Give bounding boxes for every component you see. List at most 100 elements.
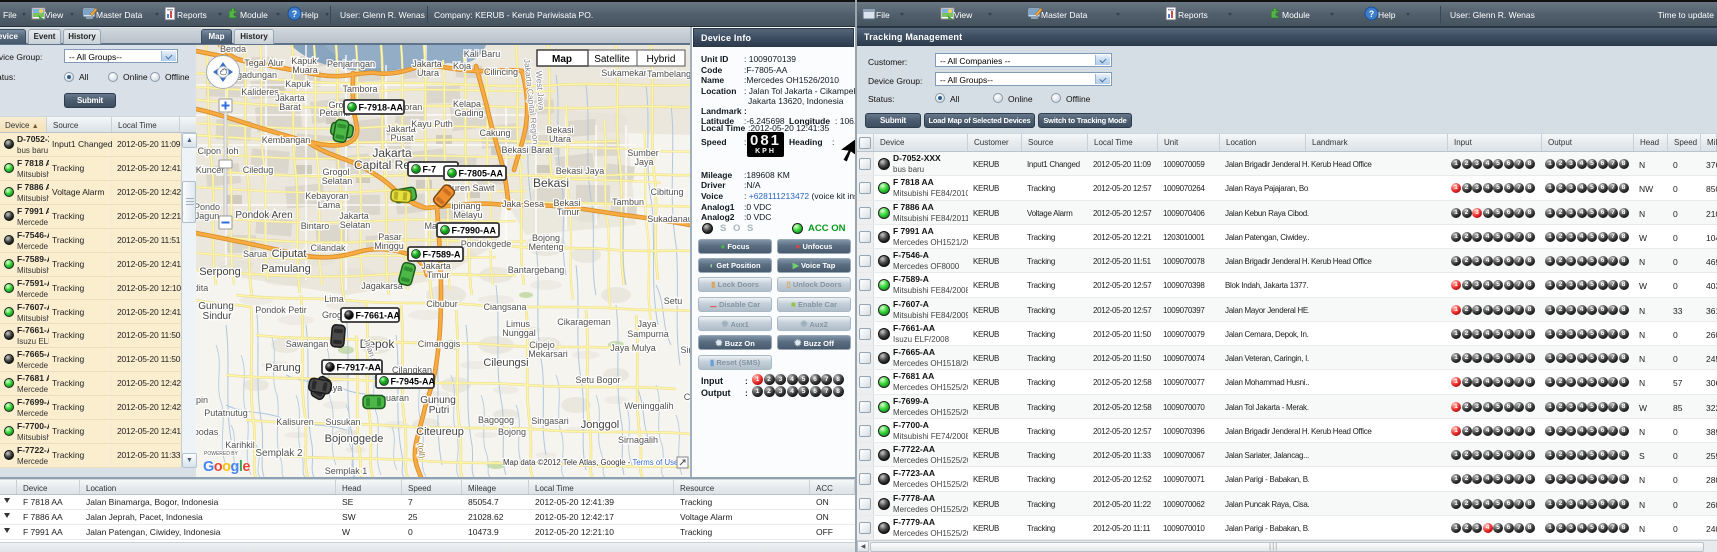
svg-text:Jaya Mulya: Jaya Mulya [610,343,656,353]
svg-text:Putatnutug: Putatnutug [204,408,248,418]
svg-text:Setu: Setu [664,296,683,306]
svg-text:Pondokgede: Pondokgede [461,239,512,249]
svg-text:Jaya: Jaya [634,157,653,167]
svg-text:?: ? [1369,9,1375,19]
svg-text:Weninggalih: Weninggalih [624,401,673,411]
svg-text:Serpong: Serpong [199,266,241,278]
svg-text:F-7945-AA: F-7945-AA [391,377,436,387]
svg-text:Minggu: Minggu [374,241,404,251]
svg-text:Utara: Utara [549,134,571,144]
svg-text:Sir: Sir [681,345,691,355]
svg-text:Menteng: Menteng [528,242,563,252]
svg-text:Bojonggede: Bojonggede [325,433,384,445]
svg-text:Cilincing: Cilincing [484,67,518,77]
svg-text:dita: dita [196,283,208,293]
svg-text:F-7661-AA: F-7661-AA [356,311,401,321]
svg-text:Muara: Muara [292,65,318,75]
svg-text:?: ? [292,9,298,19]
svg-text:Pondok Petir: Pondok Petir [255,305,307,315]
svg-text:Benda: Benda [220,45,246,54]
svg-text:F-7: F-7 [423,165,437,175]
svg-text:Jaka Sesa: Jaka Sesa [502,199,544,209]
svg-text:Bintaro: Bintaro [301,221,330,231]
svg-text:Cikarageman: Cikarageman [557,317,611,327]
svg-text:Kalideres: Kalideres [241,87,279,97]
svg-text:Selatan: Selatan [340,220,371,230]
svg-text:Barat: Barat [279,102,301,112]
svg-text:Bojong: Bojong [498,427,526,437]
svg-text:Tegal Alur: Tegal Alur [244,58,284,68]
svg-text:Ciputat: Ciputat [272,248,307,260]
svg-text:Citeureup: Citeureup [416,426,464,438]
svg-text:Koja: Koja [453,61,471,71]
svg-text:Ciledug: Ciledug [243,165,274,175]
svg-text:Sindur: Sindur [203,311,233,322]
svg-text:Sirnagalih: Sirnagalih [618,435,658,445]
svg-text:Timur: Timur [427,270,450,280]
svg-text:F-7918-AA: F-7918-AA [359,103,404,113]
svg-text:Pusat: Pusat [390,133,414,143]
svg-text:Cibubur: Cibubur [426,299,458,309]
svg-text:Hybrid: Hybrid [647,54,676,65]
svg-text:Utara: Utara [417,68,439,78]
svg-text:Lima: Lima [324,294,344,304]
svg-text:Tambun: Tambun [612,197,644,207]
svg-text:Cakung: Cakung [479,128,510,138]
svg-text:Jagakarsa: Jagakarsa [361,281,403,291]
svg-text:Jonggol: Jonggol [581,419,620,431]
svg-text:Sarua: Sarua [243,249,267,259]
svg-text:Bekasi Barat: Bekasi Barat [501,145,553,155]
svg-text:Sukadanau: Sukadanau [647,214,690,224]
svg-text:Penjaringan: Penjaringan [327,59,375,69]
svg-text:Kembangan: Kembangan [262,135,311,145]
svg-text:F-7589-A: F-7589-A [423,250,462,260]
svg-text:gadungan: gadungan [237,70,277,80]
svg-text:Singasari: Singasari [531,416,569,426]
svg-text:Cipon doh: Cipon doh [197,146,238,156]
svg-text:Selatan: Selatan [322,176,353,186]
svg-text:Bantargebang: Bantargebang [508,265,565,275]
svg-text:Tambora: Tambora [342,84,377,94]
svg-text:Grog: Grog [322,310,342,320]
svg-text:Map: Map [552,54,572,65]
svg-text:Karihkil: Karihkil [225,440,255,450]
svg-text:Putri: Putri [429,405,450,416]
svg-text:Bekasi: Bekasi [533,176,569,190]
svg-text:Lama: Lama [318,200,341,210]
svg-text:Melayu: Melayu [453,210,482,220]
svg-text:Kapuk: Kapuk [285,79,311,89]
svg-text:Capital Re: Capital Re [354,158,410,172]
svg-text:(toll): (toll) [416,442,426,459]
svg-text:Cimanggis: Cimanggis [418,339,461,349]
svg-text:F-7805-AA: F-7805-AA [459,169,504,179]
svg-text:Timur: Timur [557,207,580,217]
svg-text:Kali Baru: Kali Baru [464,49,501,59]
svg-text:F-7917-AA: F-7917-AA [337,363,382,373]
svg-text:pin: pin [196,395,208,405]
svg-text:Satellite: Satellite [594,54,630,65]
svg-text:Map data ©2012 Tele Atlas, Goo: Map data ©2012 Tele Atlas, Google - Term… [503,458,678,467]
svg-text:Jagun: Jagun [196,211,219,221]
svg-text:Bagogog: Bagogog [478,415,514,425]
svg-text:Jaya: Jaya [637,319,656,329]
svg-text:Kayu Puth: Kayu Puth [411,119,453,129]
svg-text:Kalisuren: Kalisuren [276,417,314,427]
svg-text:Nunggal: Nunggal [502,328,536,338]
svg-text:Pondok Aren: Pondok Aren [235,210,292,221]
svg-text:ibodas: ibodas [196,427,219,437]
svg-text:Sawangan: Sawangan [286,339,329,349]
svg-text:Sukamekar: Sukamekar [601,68,647,78]
svg-text:Semplak 2: Semplak 2 [255,448,303,459]
svg-text:Semplak 1: Semplak 1 [325,466,368,476]
svg-text:Pamulang: Pamulang [261,263,311,275]
svg-text:Tambelang: Tambelang [647,69,690,79]
svg-text:Cilandak: Cilandak [310,243,346,253]
svg-text:Gading: Gading [454,108,483,118]
svg-text:Cibitung: Cibitung [650,187,683,197]
svg-text:Cileungsi: Cileungsi [483,357,528,369]
svg-text:Sampurna: Sampurna [627,329,669,339]
svg-text:Ciangsana: Ciangsana [483,302,526,312]
svg-text:Google: Google [203,459,250,475]
svg-text:POWERED BY: POWERED BY [204,451,239,457]
svg-text:Susukan: Susukan [325,417,360,427]
